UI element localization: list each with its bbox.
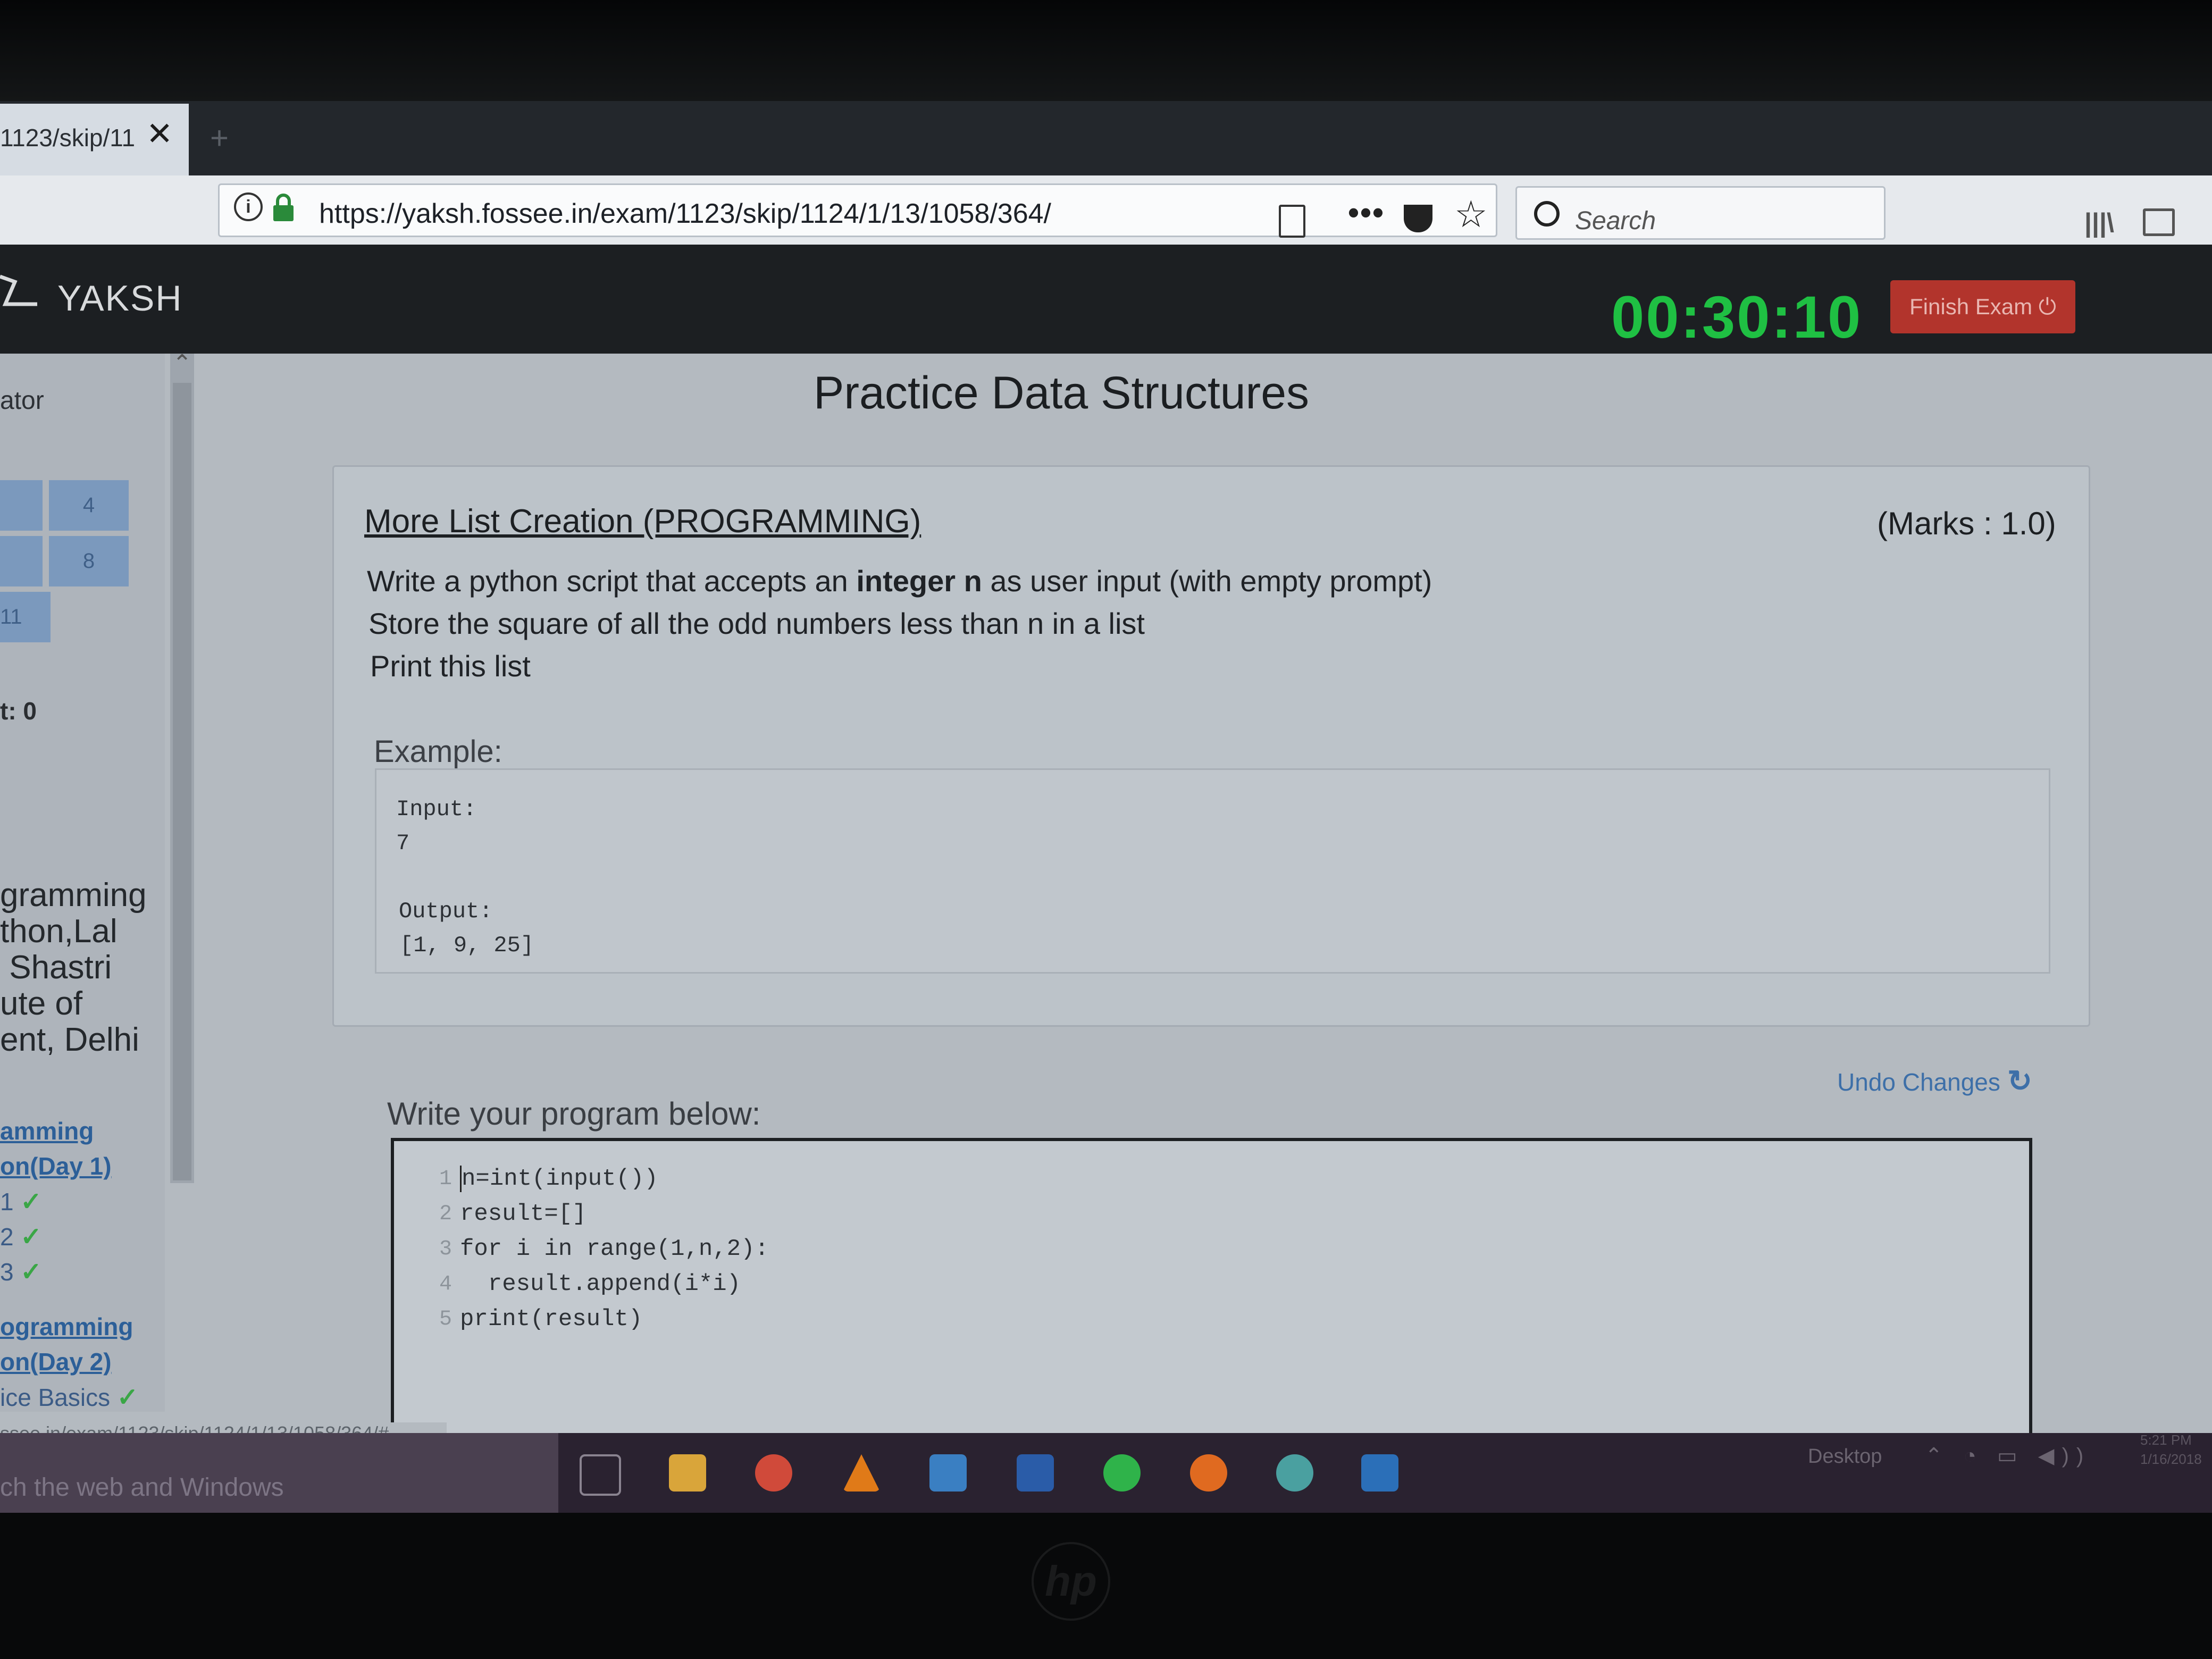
refresh-icon[interactable]: ↻ — [2007, 1063, 2032, 1099]
url-text: https://yaksh.fossee.in/exam/1123/skip/1… — [319, 198, 1051, 229]
whatsapp-icon[interactable] — [1103, 1454, 1141, 1492]
browser-tab-strip — [0, 101, 2212, 175]
code-line[interactable]: result.append(i*i) — [460, 1271, 741, 1297]
screen-bezel-top — [0, 0, 2212, 101]
finish-exam-button[interactable]: Finish Exam ⏻ — [1890, 280, 2075, 333]
question-description-line: Store the square of all the odd numbers … — [368, 607, 1145, 640]
lesson-item[interactable]: ice Basics ✓ — [0, 1382, 138, 1412]
search-placeholder: Search — [1575, 207, 1656, 235]
description-bold-text: integer n — [856, 564, 982, 598]
new-tab-icon[interactable]: + — [210, 120, 229, 156]
system-tray-icons[interactable]: ⌃ ◔ ▭ ◀)) — [1925, 1444, 2091, 1468]
undo-changes-link[interactable]: Undo Changes — [1837, 1068, 2000, 1096]
sidebar-toggle-icon[interactable] — [2143, 208, 2175, 236]
example-label: Example: — [374, 734, 502, 769]
example-box — [375, 768, 2050, 974]
firefox-icon[interactable] — [1190, 1454, 1227, 1492]
finish-exam-label: Finish Exam — [1909, 294, 2033, 319]
reader-view-icon[interactable] — [1279, 205, 1305, 238]
line-number: 4 — [439, 1272, 452, 1296]
example-output-label: Output: — [399, 899, 493, 924]
lesson-number: 1 — [0, 1188, 14, 1216]
lesson-item[interactable]: 1 ✓ — [0, 1187, 42, 1217]
app-icon[interactable] — [1017, 1454, 1054, 1492]
module-link-day1[interactable]: amming — [0, 1117, 94, 1145]
file-explorer-icon[interactable] — [669, 1454, 706, 1492]
app-navbar — [0, 245, 2212, 354]
check-icon: ✓ — [20, 1188, 42, 1216]
check-icon: ✓ — [116, 1384, 139, 1412]
editor-prompt-label: Write your program below: — [387, 1096, 761, 1132]
code-line[interactable]: result=[] — [460, 1201, 586, 1227]
lock-icon — [273, 194, 294, 221]
module-link-day2[interactable]: ogramming — [0, 1312, 133, 1341]
exam-timer: 00:30:10 — [1611, 284, 1863, 350]
question-title: More List Creation (PROGRAMMING) — [364, 503, 921, 540]
example-output-value: [1, 9, 25] — [400, 933, 534, 958]
page-actions-icon[interactable]: ••• — [1348, 194, 1385, 231]
scroll-up-icon[interactable]: ⌃ — [170, 350, 194, 377]
task-view-icon[interactable] — [580, 1454, 621, 1496]
yaksh-logo-icon[interactable] — [0, 271, 40, 311]
sidebar-scroll-thumb[interactable] — [173, 383, 191, 1180]
lesson-item[interactable]: 2 ✓ — [0, 1222, 42, 1252]
description-text: as user input (with empty prompt) — [982, 564, 1432, 598]
app-name[interactable]: YAKSH — [57, 278, 182, 319]
example-input-label: Input: — [396, 797, 477, 822]
search-icon — [1534, 201, 1560, 227]
module-link-day1[interactable]: on(Day 1) — [0, 1152, 112, 1180]
hp-logo-icon: hp — [1032, 1542, 1110, 1621]
power-icon: ⏻ — [2038, 294, 2056, 319]
browser-app-icon[interactable] — [1276, 1454, 1313, 1492]
taskbar-search-placeholder: ch the web and Windows — [0, 1473, 284, 1502]
question-nav-cell[interactable] — [0, 536, 43, 586]
code-line[interactable]: for i in range(1,n,2): — [460, 1236, 769, 1262]
clock-date: 1/16/2018 — [2140, 1451, 2202, 1467]
tab-title: 1123/skip/11 — [0, 124, 136, 152]
question-marks: (Marks : 1.0) — [1877, 506, 2056, 541]
code-line[interactable]: print(result) — [460, 1306, 642, 1333]
question-nav-cell[interactable]: 8 — [49, 536, 129, 586]
page-title: Practice Data Structures — [814, 367, 1310, 418]
desktop-toolbar-label[interactable]: Desktop — [1808, 1445, 1882, 1468]
check-icon: ✓ — [20, 1223, 42, 1251]
question-description-line: Write a python script that accepts an in… — [367, 564, 1432, 598]
question-nav-cell[interactable]: 11 — [0, 592, 51, 642]
chrome-icon[interactable] — [755, 1454, 792, 1492]
library-icon[interactable]: |||\ — [2084, 207, 2114, 238]
line-number: 5 — [439, 1308, 452, 1331]
media-player-icon[interactable] — [929, 1454, 967, 1492]
lesson-number: 2 — [0, 1223, 14, 1251]
bookmark-star-icon[interactable]: ☆ — [1454, 196, 1488, 233]
lesson-item[interactable]: 3 ✓ — [0, 1257, 42, 1287]
line-number: 1 — [439, 1167, 452, 1191]
clock-time: 5:21 PM — [2140, 1432, 2192, 1448]
module-link-day2[interactable]: on(Day 2) — [0, 1347, 112, 1376]
taskbar-clock[interactable]: 5:21 PM 1/16/2018 — [2140, 1430, 2202, 1469]
question-nav-cell[interactable]: 4 — [49, 480, 129, 531]
window-app-icon[interactable] — [1361, 1454, 1398, 1492]
pocket-icon[interactable] — [1404, 205, 1432, 232]
check-icon: ✓ — [20, 1258, 42, 1286]
example-input-value: 7 — [396, 831, 410, 856]
attempt-count: t: 0 — [0, 697, 37, 725]
lesson-name: ice Basics — [0, 1384, 111, 1411]
question-description-line: Print this list — [370, 649, 531, 683]
lesson-number: 3 — [0, 1258, 14, 1286]
sidebar-title: ator — [0, 387, 44, 415]
description-text: Write a python script that accepts an — [367, 564, 857, 598]
code-line[interactable]: n=int(input()) — [460, 1166, 658, 1192]
site-info-icon[interactable]: i — [234, 192, 263, 221]
browser-search-input[interactable] — [1515, 186, 1886, 240]
tab-close-icon[interactable]: ✕ — [146, 118, 173, 150]
course-name: gramming thon,Lal Shastri ute of ent, De… — [0, 877, 147, 1058]
line-number: 2 — [439, 1202, 452, 1226]
line-number: 3 — [439, 1237, 452, 1261]
question-nav-cell[interactable] — [0, 480, 43, 531]
